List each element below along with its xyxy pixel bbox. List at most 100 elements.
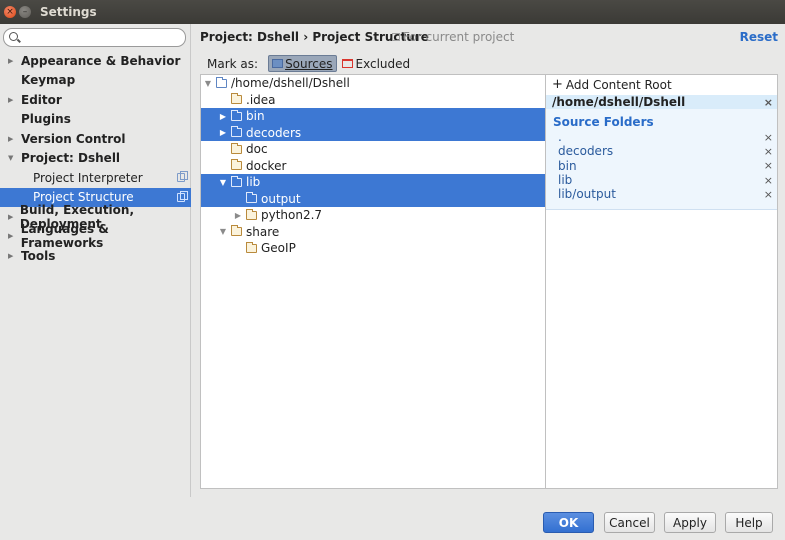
mark-as-label: Mark as: (207, 56, 259, 71)
collapsed-arrow-icon[interactable]: ▶ (8, 57, 16, 65)
mark-as-toolbar: Mark as: Sources Excluded (207, 55, 410, 72)
tree-row[interactable]: ▼ share (201, 224, 545, 241)
excluded-folder-icon (341, 59, 353, 68)
tree-row[interactable]: ▶ bin (201, 108, 545, 125)
source-folder-icon (272, 59, 284, 68)
title-bar: × – Settings (0, 0, 785, 24)
source-folder-label: lib (558, 173, 573, 188)
tree-row[interactable]: GeoIP (201, 240, 545, 257)
sidebar-item-tools[interactable]: ▶ Tools (0, 246, 191, 266)
expand-arrow-icon[interactable]: ▼ (203, 79, 213, 88)
tree-row-label: lib (246, 175, 261, 190)
collapsed-arrow-icon[interactable]: ▶ (8, 252, 16, 260)
remove-source-folder-icon[interactable]: × (764, 145, 773, 158)
project-scope-icon (392, 33, 400, 41)
tree-row[interactable]: ▶ python2.7 (201, 207, 545, 224)
tree-row[interactable]: doc (201, 141, 545, 158)
close-window-button[interactable]: × (4, 6, 16, 18)
search-input[interactable] (22, 30, 182, 45)
source-folders-list: . × decoders × bin × lib × lib/output × (546, 130, 777, 201)
remove-source-folder-icon[interactable]: × (764, 174, 773, 187)
source-folders-title: Source Folders (553, 115, 654, 129)
tree-row[interactable]: docker (201, 158, 545, 175)
plus-icon: + (552, 77, 563, 92)
search-box[interactable] (3, 28, 186, 47)
collapse-arrow-icon[interactable]: ▶ (233, 211, 243, 220)
content-root-panel: + Add Content Root /home/dshell/Dshell ×… (546, 74, 778, 489)
sidebar-item-project-interpreter[interactable]: Project Interpreter (0, 168, 191, 188)
source-folder-item: lib × (546, 173, 777, 187)
sidebar-item-editor[interactable]: ▶ Editor (0, 90, 191, 110)
tree-row[interactable]: .idea (201, 92, 545, 109)
source-folder-icon (231, 126, 242, 138)
mark-excluded-button[interactable]: Excluded (341, 57, 410, 71)
expanded-arrow-icon[interactable]: ▼ (8, 154, 16, 162)
tree-row[interactable]: output (201, 190, 545, 207)
source-folder-icon (231, 175, 242, 187)
collapsed-arrow-icon[interactable]: ▶ (8, 96, 16, 104)
source-folder-item: bin × (546, 159, 777, 173)
expand-arrow-icon[interactable]: ▼ (218, 178, 228, 187)
remove-source-folder-icon[interactable]: × (764, 131, 773, 144)
sidebar-item-label: Version Control (21, 131, 126, 146)
collapse-arrow-icon[interactable]: ▶ (218, 128, 228, 137)
tree-row-label: output (261, 191, 301, 206)
source-folder-item: . × (546, 130, 777, 144)
add-content-root-label: Add Content Root (565, 77, 672, 92)
source-folder-item: lib/output × (546, 187, 777, 201)
project-scope-icon (177, 171, 188, 182)
sidebar-item-label: Project: Dshell (21, 151, 121, 166)
mark-sources-button[interactable]: Sources (268, 55, 337, 72)
search-icon (9, 32, 18, 41)
tree-row-label: bin (246, 109, 265, 124)
collapsed-arrow-icon[interactable]: ▶ (8, 135, 16, 143)
collapsed-arrow-icon[interactable]: ▶ (8, 213, 15, 221)
help-button[interactable]: Help (725, 512, 773, 533)
project-scope-icon (177, 190, 188, 202)
source-folder-label: decoders (558, 144, 614, 159)
folder-icon (231, 159, 242, 171)
remove-source-folder-icon[interactable]: × (764, 188, 773, 201)
sidebar-item-version-control[interactable]: ▶ Version Control (0, 129, 191, 149)
content-root-path: /home/dshell/Dshell × (546, 95, 777, 109)
apply-button[interactable]: Apply (664, 512, 716, 533)
tree-row[interactable]: ▶ decoders (201, 124, 545, 141)
sidebar-item-label: Editor (21, 92, 62, 107)
tree-row-label: doc (246, 142, 268, 157)
folder-icon (231, 93, 242, 105)
window-title: Settings (40, 5, 97, 19)
source-folder-label: . (558, 130, 562, 145)
sidebar-item-plugins[interactable]: Plugins (0, 110, 191, 130)
add-content-root-button[interactable]: + Add Content Root (546, 75, 777, 94)
remove-source-folder-icon[interactable]: × (764, 159, 773, 172)
source-folder-label: bin (558, 158, 577, 173)
source-folder-item: decoders × (546, 144, 777, 158)
expand-arrow-icon[interactable]: ▼ (218, 227, 228, 236)
source-folder-icon (246, 192, 257, 204)
folder-icon (231, 142, 242, 154)
tree-row-label: docker (246, 158, 287, 173)
tree-row-label: share (246, 224, 280, 239)
sidebar-item-label: Appearance & Behavior (21, 53, 181, 68)
directory-tree[interactable]: ▼ /home/dshell/Dshell .idea ▶ bin ▶ decoders do… (200, 74, 546, 489)
sidebar-item-languages-frameworks[interactable]: ▶ Languages & Frameworks (0, 222, 191, 250)
folder-icon (246, 241, 257, 253)
tree-row[interactable]: ▼ /home/dshell/Dshell (201, 75, 545, 92)
ok-button[interactable]: OK (543, 512, 594, 533)
settings-nav: ▶ Appearance & Behavior Keymap ▶ Editor Plugi… (0, 51, 191, 266)
scope-note: For current project (392, 30, 514, 44)
cancel-button[interactable]: Cancel (604, 512, 655, 533)
project-structure-panel: Project: Dshell › Project Structure For … (192, 24, 785, 497)
sidebar-item-label: Tools (21, 248, 56, 263)
sidebar-item-project-dshell[interactable]: ▼ Project: Dshell (0, 149, 191, 169)
tree-row-label: decoders (246, 125, 302, 140)
remove-content-root-icon[interactable]: × (764, 96, 773, 109)
collapse-arrow-icon[interactable]: ▶ (218, 112, 228, 121)
collapsed-arrow-icon[interactable]: ▶ (8, 232, 16, 240)
reset-link[interactable]: Reset (740, 30, 778, 44)
tree-row[interactable]: ▼ lib (201, 174, 545, 191)
sidebar-item-keymap[interactable]: Keymap (0, 71, 191, 91)
sidebar-item-appearance-behavior[interactable]: ▶ Appearance & Behavior (0, 51, 191, 71)
source-folder-icon (231, 109, 242, 121)
minimize-window-button[interactable]: – (19, 6, 31, 18)
